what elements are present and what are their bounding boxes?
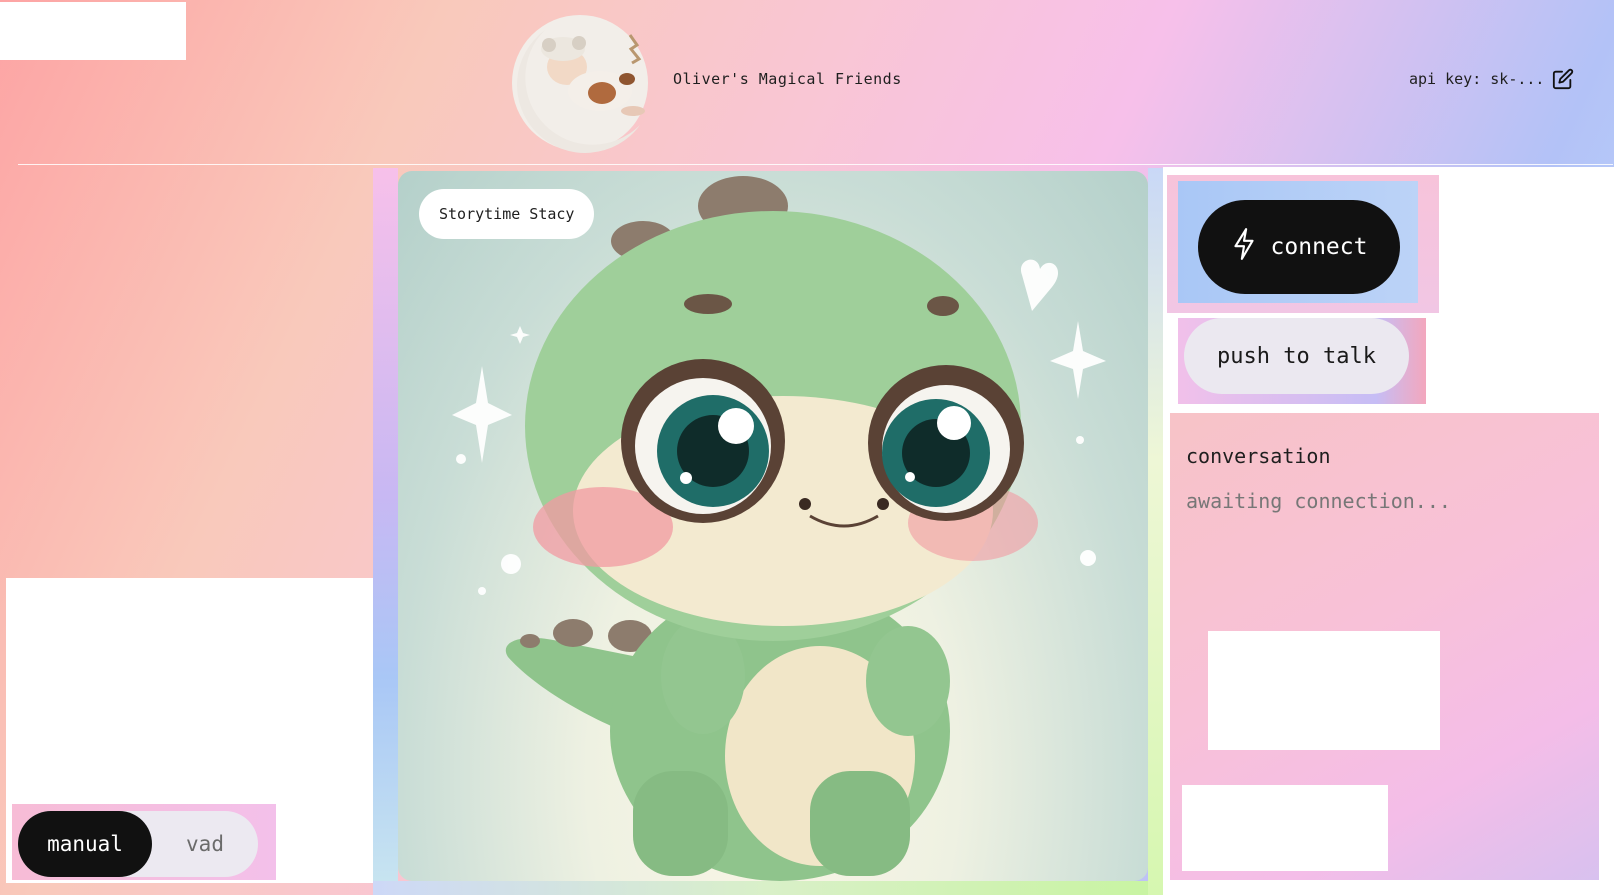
decorative-strip — [373, 881, 1163, 895]
vad-mode-button[interactable]: vad — [152, 811, 258, 877]
conversation-blank-block — [1208, 631, 1440, 750]
api-key-label: api key: sk-... — [1409, 70, 1545, 88]
connect-button[interactable]: connect — [1198, 200, 1400, 294]
conversation-status: awaiting connection... — [1186, 489, 1451, 513]
push-to-talk-button[interactable]: push to talk — [1184, 318, 1409, 394]
decorative-strip — [1148, 168, 1163, 895]
top-left-blank — [0, 2, 186, 60]
connect-label: connect — [1270, 234, 1368, 260]
character-image — [398, 171, 1148, 881]
header-divider — [18, 164, 1613, 165]
app-title: Oliver's Magical Friends — [673, 70, 902, 88]
baby-moon-logo — [505, 5, 655, 155]
conversation-blank-block — [1182, 785, 1388, 871]
lightning-icon — [1231, 227, 1257, 267]
manual-mode-button[interactable]: manual — [18, 811, 152, 877]
character-name-badge: Storytime Stacy — [419, 189, 595, 239]
conversation-title: conversation — [1186, 444, 1331, 468]
edit-icon[interactable] — [1552, 68, 1574, 90]
mode-toggle: manual vad — [18, 811, 258, 877]
decorative-strip — [373, 168, 398, 895]
